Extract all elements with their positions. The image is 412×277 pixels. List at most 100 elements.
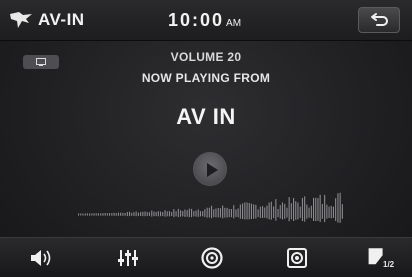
clock-time: 10:00 [168, 10, 225, 30]
waveform-bar [297, 202, 299, 220]
waveform-bar [211, 205, 213, 219]
waveform-bar [279, 205, 281, 219]
waveform-bar [84, 213, 86, 216]
waveform-bar [264, 207, 266, 218]
waveform-bar [308, 207, 310, 218]
waveform-bar [268, 202, 270, 220]
waveform-bar [113, 212, 115, 216]
waveform-bar [324, 194, 326, 223]
waveform-bar [142, 211, 144, 217]
waveform-bar [228, 208, 230, 218]
waveform-bar [319, 194, 321, 222]
waveform-bar [270, 201, 272, 220]
waveform-bar [290, 203, 292, 220]
waveform-bar [100, 213, 102, 216]
waveform-bar [160, 211, 162, 217]
waveform-bar [144, 211, 146, 217]
waveform-bar [313, 197, 315, 221]
waveform-bar [171, 211, 173, 216]
waveform-bar [164, 210, 166, 217]
waveform-bar [148, 212, 150, 216]
waveform-bar [175, 211, 177, 217]
return-arrow-icon [371, 13, 388, 26]
disc-button[interactable] [182, 238, 242, 277]
waveform-bar [339, 192, 341, 223]
waveform-bar [195, 210, 197, 217]
waveform-bar [275, 199, 277, 221]
waveform-bar [104, 213, 106, 216]
waveform-bar [306, 204, 308, 219]
now-playing-label: NOW PLAYING FROM [141, 71, 271, 85]
waveform-bar [177, 208, 179, 218]
waveform-bar [250, 203, 252, 219]
waveform-bar [301, 198, 303, 221]
waveform-bar [193, 211, 195, 217]
waveform-bar [124, 213, 126, 216]
play-button[interactable] [193, 152, 227, 186]
waveform-bar [188, 208, 190, 218]
volume-label: VOLUME 20 [170, 50, 242, 64]
waveform-bar [106, 213, 108, 216]
waveform-bar [137, 212, 139, 216]
waveform-bar [273, 206, 275, 218]
waveform-bar [129, 211, 131, 217]
waveform-bar [237, 208, 239, 218]
waveform-bar [262, 206, 264, 218]
waveform-bar [332, 206, 334, 218]
waveform-bar [281, 202, 283, 220]
record-button[interactable] [267, 238, 327, 277]
waveform-bar [89, 213, 91, 216]
waveform-bar [93, 213, 95, 216]
waveform-bar [257, 209, 259, 217]
waveform-bar [253, 204, 255, 219]
waveform-bar [111, 213, 113, 216]
waveform-bar [266, 205, 268, 219]
clock: 10:00 AM [168, 10, 241, 31]
waveform-bar [97, 213, 99, 216]
top-bar: AV-IN 10:00 AM [0, 0, 412, 41]
waveform-bar [255, 204, 257, 219]
waveform-bar [204, 209, 206, 217]
waveform-bar [224, 207, 226, 218]
waveform-bar [191, 208, 193, 218]
waveform-bar [337, 193, 339, 223]
waveform-bar [328, 206, 330, 218]
waveform-bar [222, 205, 224, 219]
waveform-bar [215, 208, 217, 218]
waveform-bar [288, 197, 290, 222]
waveform-bar [230, 209, 232, 218]
waveform-bar [226, 207, 228, 218]
waveform-bar [284, 203, 286, 219]
volume-button[interactable] [12, 238, 72, 277]
waveform-bar [244, 202, 246, 220]
waveform-bar [135, 211, 137, 217]
waveform-bar [197, 209, 199, 217]
page-corner-icon [368, 247, 383, 264]
waveform-bar [133, 212, 135, 216]
waveform-bar [80, 213, 82, 216]
waveform-bar [199, 211, 201, 217]
source-title: AV-IN [38, 10, 85, 29]
waveform-bar [153, 211, 155, 217]
source-name: AV IN [176, 104, 236, 129]
equalizer-button[interactable] [98, 238, 158, 277]
audio-waveform [78, 192, 343, 223]
waveform-bar [208, 207, 210, 218]
page-toggle-button[interactable] [352, 238, 412, 277]
waveform-bar [140, 212, 142, 216]
bottom-bar: 1/2 [0, 237, 412, 277]
clock-ampm: AM [226, 18, 242, 29]
waveform-bar [82, 213, 84, 216]
waveform-bar [95, 213, 97, 216]
waveform-bar [330, 205, 332, 219]
brand-logo-icon [9, 11, 33, 29]
waveform-bar [248, 202, 250, 220]
waveform-bar [219, 208, 221, 218]
waveform-bar [78, 213, 80, 216]
waveform-bar [102, 213, 104, 216]
waveform-bar [235, 209, 237, 217]
waveform-bar [91, 213, 93, 216]
av-in-screen: AV-IN 10:00 AM VOLUME 20 NOW PLAYING FROM… [0, 0, 412, 277]
back-button[interactable] [358, 7, 400, 33]
waveform-bar [310, 205, 312, 219]
